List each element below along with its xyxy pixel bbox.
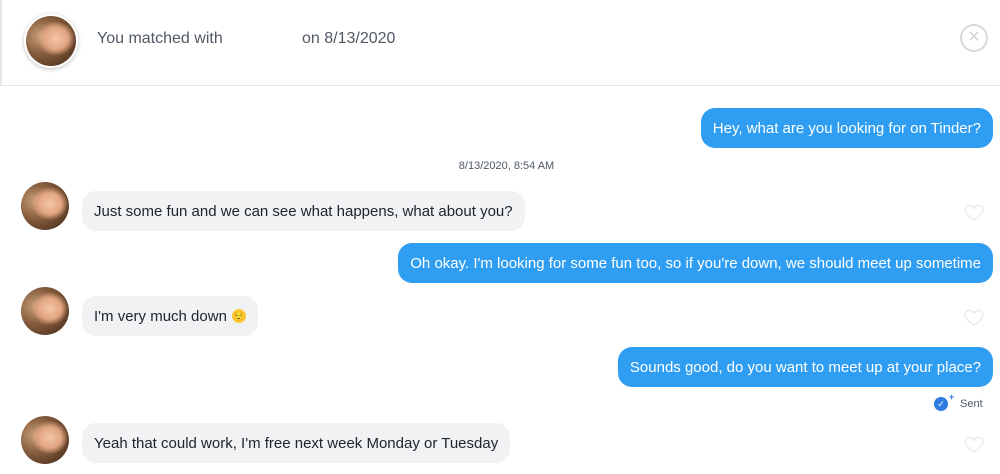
- close-button[interactable]: ✕: [960, 24, 988, 52]
- relieved-face-emoji: 😌: [231, 309, 246, 323]
- sender-avatar[interactable]: [21, 416, 69, 464]
- message-text: Yeah that could work, I'm free next week…: [94, 434, 499, 452]
- incoming-message: Just some fun and we can see what happen…: [82, 191, 525, 231]
- match-header: You matched with on 8/13/2020 ✕: [0, 0, 1000, 86]
- sent-check-icon: ✓ +: [934, 392, 954, 411]
- outgoing-message: Hey, what are you looking for on Tinder?: [700, 108, 993, 148]
- avatar-photo: [26, 16, 76, 66]
- avatar-photo: [21, 182, 69, 230]
- outgoing-message: Sounds good, do you want to meet up at y…: [617, 347, 993, 387]
- message-text: Sounds good, do you want to meet up at y…: [629, 358, 981, 376]
- sent-label: Sent: [960, 398, 983, 410]
- incoming-message: Yeah that could work, I'm free next week…: [82, 423, 511, 463]
- like-heart-icon[interactable]: [963, 307, 985, 327]
- sender-avatar[interactable]: [21, 182, 69, 230]
- matched-with-label: You matched with: [97, 30, 223, 47]
- avatar-photo: [21, 287, 69, 335]
- avatar-photo: [21, 416, 69, 464]
- like-heart-icon[interactable]: [963, 202, 985, 222]
- outgoing-message: Oh okay. I'm looking for some fun too, s…: [398, 243, 993, 283]
- close-icon: ✕: [967, 29, 981, 46]
- matched-date: on 8/13/2020: [302, 30, 396, 47]
- like-heart-icon[interactable]: [963, 434, 985, 454]
- message-text: I'm very much down: [94, 307, 227, 325]
- sent-status: ✓ + Sent: [934, 392, 983, 412]
- message-text: Hey, what are you looking for on Tinder?: [712, 119, 981, 137]
- panel-edge: [0, 0, 2, 86]
- sender-avatar[interactable]: [21, 287, 69, 335]
- match-avatar[interactable]: [24, 14, 78, 68]
- message-text: Oh okay. I'm looking for some fun too, s…: [410, 254, 981, 272]
- message-text: Just some fun and we can see what happen…: [94, 202, 513, 220]
- message-timestamp: 8/13/2020, 8:54 AM: [458, 160, 555, 172]
- incoming-message: I'm very much down 😌: [82, 296, 258, 336]
